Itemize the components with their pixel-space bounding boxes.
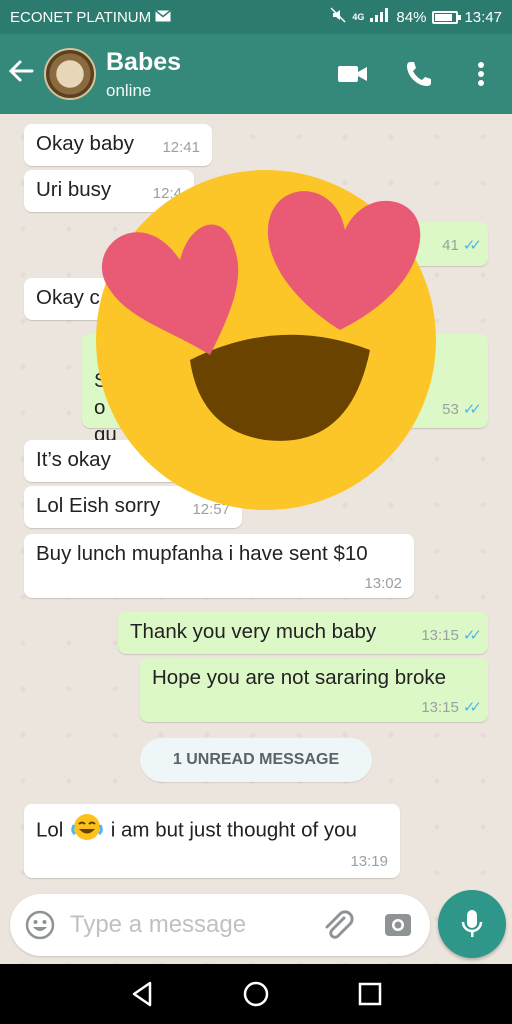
message-text: Lol Eish sorry [36,494,161,517]
emoji-icon[interactable] [24,909,56,941]
tears-of-joy-emoji [71,812,103,850]
message-outgoing[interactable]: S o qu 53 ✓✓ [82,334,488,446]
contact-status: online [106,80,152,100]
message-time-value: 13:15 [421,699,459,716]
signal-icon [370,8,390,26]
more-vert-icon[interactable] [466,56,502,92]
status-bar: ECONET PLATINUM 4G 84% 13:47 [0,0,512,34]
message-time: 13:15 ✓✓ [421,699,482,716]
message-time: 53 ✓✓ [442,401,482,418]
message-incoming[interactable]: Lol Eish sorry 12:57 [24,486,242,528]
message-time: 12:41 [162,139,200,156]
message-time: 13:02 [364,575,402,592]
nav-home-icon[interactable] [240,978,272,1010]
nav-recents-icon[interactable] [354,978,386,1010]
attach-icon[interactable] [320,908,354,942]
message-time: 13:19 [350,853,388,870]
back-arrow-icon[interactable] [8,58,44,91]
message-time: 41 ✓✓ [442,237,482,254]
mute-icon [330,7,346,27]
chat-header: Babes online [0,34,512,114]
avatar[interactable] [44,48,96,100]
network-type-label: 4G [352,12,365,22]
battery-icon [432,10,462,24]
message-outgoing[interactable]: 41 ✓✓ [298,222,488,266]
message-text: Buy lunch mupfanha i have sent $10 [36,542,368,565]
contact-info[interactable]: Babes online [106,48,181,101]
read-ticks-icon: ✓✓ [462,699,482,716]
nav-back-icon[interactable] [126,978,158,1010]
clock: 13:47 [464,8,502,26]
unread-divider: 1 UNREAD MESSAGE [140,738,372,782]
message-outgoing[interactable]: Thank you very much baby 13:15 ✓✓ [118,612,488,654]
message-time: 12:4 [152,185,182,202]
system-nav-bar [0,964,512,1024]
message-text: i am but just thought of you [110,818,357,842]
message-text: Lol [36,818,64,842]
message-composer [10,894,430,956]
mail-icon [155,9,172,26]
message-outgoing[interactable]: Hope you are not sararing broke 13:15 ✓✓ [140,658,488,722]
read-ticks-icon: ✓✓ [462,401,482,418]
carrier-label: ECONET PLATINUM [10,8,152,26]
message-time-value: 41 [442,237,459,254]
message-incoming[interactable]: Okay c [24,278,174,320]
read-ticks-icon: ✓✓ [462,627,482,644]
message-text: It’s okay [36,448,111,471]
contact-name: Babes [106,47,182,76]
read-ticks-icon: ✓✓ [462,237,482,254]
message-incoming[interactable]: Okay baby 12:41 [24,124,212,166]
message-time: 13:15 ✓✓ [421,627,482,644]
voice-call-icon[interactable] [404,56,440,92]
message-text: Okay baby [36,132,134,155]
message-text: Thank you very much baby [130,620,377,643]
message-text: S o qu [94,369,117,446]
message-time-value: 53 [442,401,459,418]
message-incoming[interactable]: It’s okay 12: [24,440,194,482]
camera-icon[interactable] [382,909,414,941]
voice-record-button[interactable] [438,890,506,958]
message-time: 12:57 [192,501,230,518]
message-text: Hope you are not sararing broke [152,666,447,689]
message-time: 12: [161,455,182,472]
video-call-icon[interactable] [336,56,372,92]
message-incoming[interactable]: Uri busy 12:4 [24,170,194,212]
message-text: Okay c [36,286,100,309]
message-incoming[interactable]: Lol i am but just thought of you 13:19 [24,804,400,878]
message-input[interactable] [70,911,300,939]
message-incoming[interactable]: Buy lunch mupfanha i have sent $10 13:02 [24,534,414,598]
microphone-icon [459,908,485,940]
message-text: Uri busy [36,178,112,201]
message-time-value: 13:15 [421,627,459,644]
battery-percent: 84% [396,8,427,26]
chat-area[interactable]: Okay baby 12:41 Uri busy 12:4 41 ✓✓ Okay … [0,114,512,964]
